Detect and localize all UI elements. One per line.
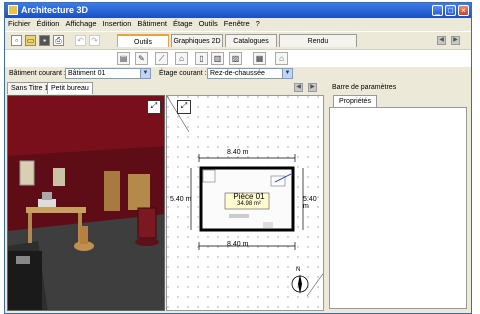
minimize-button[interactable]: _ — [432, 5, 443, 16]
print-icon[interactable]: ⎙ — [53, 35, 64, 46]
menu-edition[interactable]: Édition — [34, 18, 63, 30]
menu-etage[interactable]: Étage — [170, 18, 196, 30]
view-3d[interactable]: ⤢ — [7, 95, 165, 311]
tab-graphiques-2d[interactable]: Graphiques 2D — [171, 34, 223, 47]
tab-outils[interactable]: Outils — [117, 34, 169, 47]
house-tool-icon[interactable]: ⌂ — [275, 52, 288, 65]
save-icon[interactable]: ▪ — [39, 35, 50, 46]
window-title: Architecture 3D — [21, 5, 89, 15]
maximize-button[interactable]: □ — [445, 5, 456, 16]
menu-insertion[interactable]: Insertion — [100, 18, 135, 30]
furniture-tool-icon[interactable]: ▦ — [253, 52, 266, 65]
menu-fichier[interactable]: Fichier — [5, 18, 34, 30]
menu-outils[interactable]: Outils — [196, 18, 221, 30]
hatch-tool-icon[interactable]: ▨ — [229, 52, 242, 65]
stair-tool-icon[interactable]: ⟋ — [155, 52, 168, 65]
parameters-panel: Barre de paramètres Propriétés — [327, 82, 469, 311]
close-button[interactable]: × — [458, 5, 469, 16]
etage-label: Étage courant : — [159, 70, 207, 77]
chevron-down-icon[interactable]: ▼ — [282, 69, 292, 78]
document-tabs: Sans Titre 1 Petit bureau ◀ ▶ — [5, 82, 325, 94]
menu-bar: Fichier Édition Affichage Insertion Bâti… — [5, 18, 471, 30]
main-toolbar: ▫ ▭ ▪ ⎙ ↶ ↷ Outils Graphiques 2D Catalog… — [5, 31, 471, 49]
room-3d-render — [8, 96, 164, 310]
compass-north: N — [296, 267, 300, 273]
selector-bar: Bâtiment courant : Bâtiment 01 ▼ Étage c… — [5, 67, 471, 81]
window-tool-icon[interactable]: ▯ — [195, 52, 208, 65]
etage-select[interactable]: Rez-de-chaussée ▼ — [207, 68, 293, 79]
draw-tool-icon[interactable]: ✎ — [135, 52, 148, 65]
undo-icon[interactable]: ↶ — [75, 35, 86, 46]
doc-next-icon[interactable]: ▶ — [308, 83, 317, 92]
expand-3d-icon[interactable]: ⤢ — [147, 100, 161, 114]
etage-select-value: Rez-de-chaussée — [210, 70, 265, 77]
batiment-select-value: Bâtiment 01 — [68, 70, 106, 77]
new-icon[interactable]: ▫ — [11, 35, 22, 46]
expand-2d-icon[interactable]: ⤢ — [177, 100, 191, 114]
opening-tool-icon[interactable]: ▥ — [211, 52, 224, 65]
plan-width-top: 8.40 m — [227, 149, 249, 156]
app-icon — [8, 5, 18, 15]
redo-icon[interactable]: ↷ — [89, 35, 100, 46]
tab-catalogues[interactable]: Catalogues — [225, 34, 277, 47]
batiment-select[interactable]: Bâtiment 01 ▼ — [65, 68, 151, 79]
tab-rendu[interactable]: Rendu — [279, 34, 357, 47]
menu-fenetre[interactable]: Fenêtre — [221, 18, 253, 30]
doc-tab-sans-titre[interactable]: Sans Titre 1 — [7, 82, 53, 94]
wall-tool-icon[interactable]: ▤ — [117, 52, 130, 65]
doc-tab-petit-bureau[interactable]: Petit bureau — [47, 82, 93, 94]
menu-batiment[interactable]: Bâtiment — [134, 18, 170, 30]
menu-affichage[interactable]: Affichage — [62, 18, 99, 30]
tab-proprietes[interactable]: Propriétés — [333, 95, 377, 107]
doc-prev-icon[interactable]: ◀ — [294, 83, 303, 92]
tabs-prev-icon[interactable]: ◀ — [437, 36, 446, 45]
chevron-down-icon[interactable]: ▼ — [140, 69, 150, 78]
plan-height-left: 5.40 m — [170, 196, 192, 203]
room-area: 34.98 m² — [237, 201, 261, 207]
room-name[interactable]: Pièce 01 — [227, 192, 271, 201]
batiment-label: Bâtiment courant : — [9, 70, 66, 77]
plan-height-right: 5.40 m — [303, 196, 317, 210]
tabs-next-icon[interactable]: ▶ — [451, 36, 460, 45]
tools-toolbar: ▤ ✎ ⟋ ⌂ ▯ ▥ ▨ ▦ ⌂ — [5, 49, 471, 68]
door-tool-icon[interactable]: ⌂ — [175, 52, 188, 65]
properties-area — [329, 107, 467, 309]
app-window: Architecture 3D _ □ × Fichier Édition Af… — [4, 2, 472, 314]
open-icon[interactable]: ▭ — [25, 35, 36, 46]
view-2d-plan[interactable]: N 8.40 m 8.40 m 5.40 m 5.40 m Pièce 01 3… — [166, 95, 324, 311]
menu-help[interactable]: ? — [253, 18, 263, 30]
panel-title: Barre de paramètres — [332, 84, 397, 91]
title-bar: Architecture 3D _ □ × — [5, 3, 471, 18]
plan-width-bottom: 8.40 m — [227, 241, 249, 248]
